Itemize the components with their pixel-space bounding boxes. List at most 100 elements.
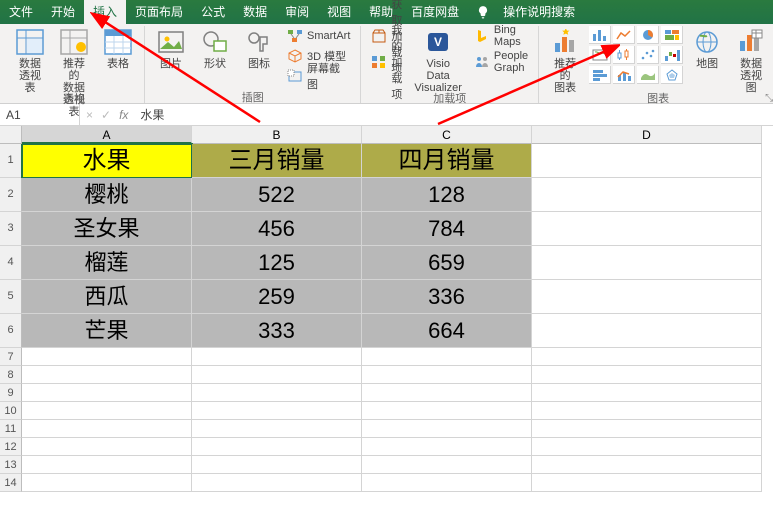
chart-stat-button[interactable] xyxy=(613,46,635,64)
cell[interactable]: 336 xyxy=(362,280,532,314)
cell[interactable] xyxy=(22,456,192,474)
cell[interactable] xyxy=(192,402,362,420)
menu-layout[interactable]: 页面布局 xyxy=(126,0,192,24)
cell[interactable] xyxy=(192,474,362,492)
pivottable-button[interactable]: 数据 透视表 xyxy=(10,26,50,96)
cell[interactable] xyxy=(22,384,192,402)
chart-pie-button[interactable] xyxy=(637,26,659,44)
maps-button[interactable]: 地图 xyxy=(687,26,727,72)
cell[interactable] xyxy=(532,438,762,456)
cell[interactable]: 四月销量 xyxy=(362,144,532,178)
menu-formulas[interactable]: 公式 xyxy=(192,0,234,24)
cell[interactable] xyxy=(362,474,532,492)
row-header[interactable]: 5 xyxy=(0,280,22,314)
peoplegraph-button[interactable]: People Graph xyxy=(470,52,532,72)
icons-button[interactable]: 图标 xyxy=(239,26,279,72)
col-header-d[interactable]: D xyxy=(532,126,762,144)
cell[interactable]: 664 xyxy=(362,314,532,348)
cell[interactable] xyxy=(362,402,532,420)
col-header-a[interactable]: A xyxy=(22,126,192,144)
row-header[interactable]: 7 xyxy=(0,348,22,366)
cell[interactable]: 659 xyxy=(362,246,532,280)
row-header[interactable]: 3 xyxy=(0,212,22,246)
cell[interactable] xyxy=(22,438,192,456)
col-header-b[interactable]: B xyxy=(192,126,362,144)
cell[interactable] xyxy=(362,456,532,474)
menu-data[interactable]: 数据 xyxy=(234,0,276,24)
chart-combo-button[interactable] xyxy=(613,66,635,84)
row-header[interactable]: 2 xyxy=(0,178,22,212)
cell[interactable] xyxy=(362,420,532,438)
menu-file[interactable]: 文件 xyxy=(0,0,42,24)
row-header[interactable]: 1 xyxy=(0,144,22,178)
cell[interactable] xyxy=(362,348,532,366)
chart-map-button[interactable] xyxy=(589,46,611,64)
chart-waterfall-button[interactable] xyxy=(661,46,683,64)
row-header[interactable]: 13 xyxy=(0,456,22,474)
cell[interactable]: 西瓜 xyxy=(22,280,192,314)
screenshot-button[interactable]: 屏幕截图 xyxy=(283,66,354,86)
cell[interactable] xyxy=(192,420,362,438)
row-header[interactable]: 12 xyxy=(0,438,22,456)
visio-button[interactable]: V Visio Data Visualizer xyxy=(410,26,466,96)
cell[interactable] xyxy=(532,280,762,314)
cell[interactable] xyxy=(192,384,362,402)
cell[interactable]: 樱桃 xyxy=(22,178,192,212)
menu-insert[interactable]: 插入 xyxy=(84,0,126,24)
spreadsheet[interactable]: A B C D 1水果三月销量四月销量2樱桃5221283圣女果4567844榴… xyxy=(0,126,773,492)
my-addin-button[interactable]: 我的加载项 xyxy=(367,52,406,72)
chart-scatter-button[interactable] xyxy=(637,46,659,64)
charts-dialog-launcher[interactable]: ⤡ xyxy=(765,93,773,104)
cell[interactable] xyxy=(192,366,362,384)
cell[interactable] xyxy=(192,456,362,474)
chart-bar-button[interactable] xyxy=(589,66,611,84)
chart-line-button[interactable] xyxy=(613,26,635,44)
cell[interactable] xyxy=(532,178,762,212)
cell[interactable] xyxy=(532,384,762,402)
cell[interactable]: 784 xyxy=(362,212,532,246)
chart-radar-button[interactable] xyxy=(661,66,683,84)
recommended-charts-button[interactable]: 推荐的 图表 xyxy=(545,26,585,96)
table-button[interactable]: 表格 xyxy=(98,26,138,72)
cell[interactable]: 圣女果 xyxy=(22,212,192,246)
cell[interactable] xyxy=(532,144,762,178)
cell[interactable]: 259 xyxy=(192,280,362,314)
cell[interactable] xyxy=(22,402,192,420)
cell[interactable] xyxy=(532,456,762,474)
chart-surface-button[interactable] xyxy=(637,66,659,84)
bingmaps-button[interactable]: Bing Maps xyxy=(470,26,532,46)
pivotchart-button[interactable]: 数据透视图 xyxy=(731,26,771,96)
formula-input[interactable]: 水果 xyxy=(134,106,773,123)
row-header[interactable]: 8 xyxy=(0,366,22,384)
cell[interactable] xyxy=(362,366,532,384)
cell[interactable] xyxy=(22,474,192,492)
row-header[interactable]: 6 xyxy=(0,314,22,348)
cell[interactable] xyxy=(532,212,762,246)
row-header[interactable]: 9 xyxy=(0,384,22,402)
cell[interactable] xyxy=(192,438,362,456)
col-header-c[interactable]: C xyxy=(362,126,532,144)
cell[interactable] xyxy=(532,402,762,420)
menu-home[interactable]: 开始 xyxy=(42,0,84,24)
chart-column-button[interactable] xyxy=(589,26,611,44)
cell[interactable]: 456 xyxy=(192,212,362,246)
cell[interactable] xyxy=(532,314,762,348)
cell[interactable] xyxy=(22,348,192,366)
pictures-button[interactable]: 图片 xyxy=(151,26,191,72)
cell[interactable]: 水果 xyxy=(22,144,192,178)
cell[interactable] xyxy=(532,348,762,366)
cell[interactable] xyxy=(22,420,192,438)
menu-view[interactable]: 视图 xyxy=(318,0,360,24)
cell[interactable]: 芒果 xyxy=(22,314,192,348)
row-header[interactable]: 14 xyxy=(0,474,22,492)
confirm-icon[interactable]: ✓ xyxy=(101,108,111,122)
fx-icon[interactable]: fx xyxy=(119,108,128,122)
select-all-corner[interactable] xyxy=(0,126,22,144)
cell[interactable]: 榴莲 xyxy=(22,246,192,280)
recommended-pivot-button[interactable]: 推荐的 数据透视表 xyxy=(54,26,94,120)
tellme-input[interactable]: 操作说明搜索 xyxy=(494,0,584,24)
cell[interactable] xyxy=(532,474,762,492)
cell[interactable]: 333 xyxy=(192,314,362,348)
row-header[interactable]: 4 xyxy=(0,246,22,280)
cell[interactable] xyxy=(532,246,762,280)
